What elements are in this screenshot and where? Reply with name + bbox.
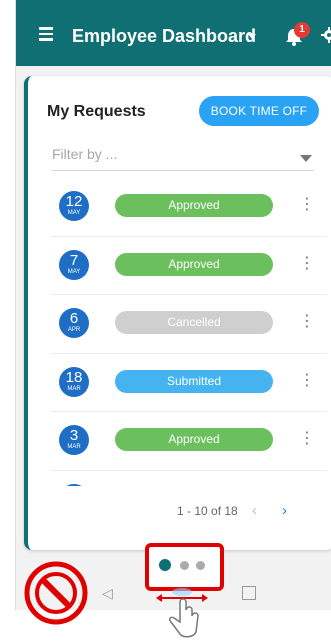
- pagination-range: 1 - 10 of 18: [177, 504, 238, 518]
- date-month: MAY: [67, 268, 81, 275]
- more-options-icon[interactable]: ⋮: [299, 430, 315, 448]
- filter-placeholder: Filter by ...: [52, 146, 118, 162]
- list-item[interactable]: 12 MAY Approved ⋮: [51, 178, 327, 237]
- book-time-off-button[interactable]: BOOK TIME OFF: [199, 96, 319, 126]
- date-month: APR: [67, 327, 81, 333]
- prev-page-icon[interactable]: ‹: [252, 502, 257, 519]
- card-title: My Requests: [47, 103, 146, 120]
- chevron-down-icon[interactable]: [248, 34, 256, 39]
- my-requests-card: My Requests BOOK TIME OFF Filter by ... …: [24, 76, 331, 550]
- date-badge: 6 APR: [59, 308, 89, 338]
- date-badge: 7 MAY: [59, 249, 89, 280]
- date-badge: 18 MAR: [59, 366, 89, 397]
- page-indicator[interactable]: [145, 543, 224, 591]
- date-day: 3: [69, 427, 79, 444]
- date-day: 12: [65, 193, 83, 210]
- date-day: 18: [65, 368, 83, 386]
- next-page-icon[interactable]: ›: [282, 502, 287, 519]
- filter-dropdown[interactable]: Filter by ...: [52, 146, 314, 171]
- status-badge: Approved: [115, 252, 273, 276]
- notification-badge: 1: [294, 22, 310, 38]
- status-badge: Approved: [115, 428, 273, 451]
- page-dot[interactable]: [180, 561, 189, 570]
- app-header: Employee Dashboard 1: [16, 0, 331, 66]
- date-badge: 12 MAY: [59, 191, 89, 221]
- list-item[interactable]: 7 MAY Approved ⋮: [51, 237, 327, 295]
- more-options-icon[interactable]: ⋮: [299, 196, 315, 214]
- list-item[interactable]: 18 MAR Submitted ⋮: [51, 354, 327, 412]
- date-month: MAR: [67, 444, 81, 450]
- more-options-icon[interactable]: ⋮: [299, 313, 315, 331]
- date-day: 7: [69, 251, 79, 269]
- more-options-icon[interactable]: ⋮: [299, 372, 315, 390]
- hamburger-menu-icon[interactable]: [39, 24, 53, 42]
- date-badge: 10: [59, 483, 89, 486]
- swipe-hand-icon: [156, 588, 208, 638]
- page-dot[interactable]: [196, 561, 205, 570]
- recent-apps-icon[interactable]: [242, 586, 256, 600]
- pagination: 1 - 10 of 18 ‹ ›: [28, 502, 331, 522]
- date-month: MAY: [67, 210, 81, 216]
- date-month: MAR: [67, 385, 81, 392]
- more-options-icon[interactable]: ⋮: [299, 255, 315, 273]
- gear-icon[interactable]: [321, 27, 331, 43]
- no-symbol-icon: [24, 561, 88, 625]
- phone-screen: Employee Dashboard 1 My Requests BOOK TI…: [15, 0, 331, 610]
- back-triangle-icon[interactable]: ◁: [102, 585, 113, 602]
- page-title[interactable]: Employee Dashboard: [72, 26, 256, 47]
- page-dot-active[interactable]: [159, 559, 171, 571]
- list-item[interactable]: 6 APR Cancelled ⋮: [51, 295, 327, 354]
- status-badge: Cancelled: [115, 311, 273, 334]
- status-badge: Approved: [115, 194, 273, 217]
- list-item[interactable]: 3 MAR Approved ⋮: [51, 412, 327, 471]
- date-day: 6: [69, 310, 79, 327]
- list-item[interactable]: 10 ⋮: [51, 471, 327, 486]
- date-badge: 3 MAR: [59, 425, 89, 455]
- status-badge: Submitted: [115, 369, 273, 393]
- request-list[interactable]: 12 MAY Approved ⋮ 7 MAY Approved ⋮ 6 APR: [51, 178, 327, 486]
- dropdown-caret-icon: [300, 155, 312, 162]
